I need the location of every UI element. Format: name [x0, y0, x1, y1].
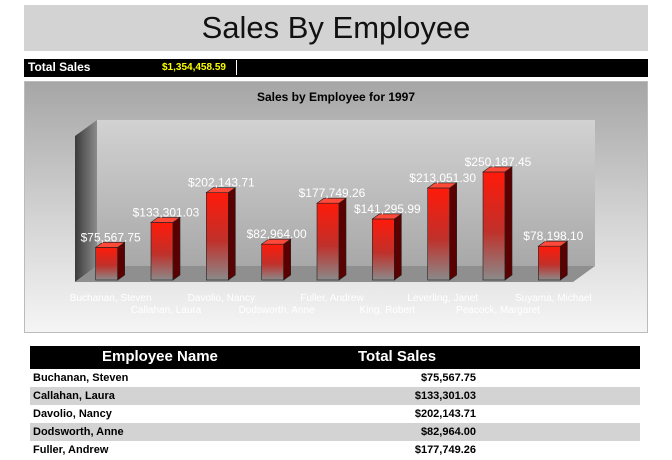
bar-front: [150, 222, 174, 281]
bar-side: [172, 216, 181, 281]
bar-front: [206, 192, 229, 281]
bar-side: [338, 197, 347, 281]
bar-value-label: $250,187.45: [465, 155, 532, 169]
total-sales-cell: $82,964.00: [420, 426, 476, 438]
total-sales-cell: $202,143.71: [414, 408, 476, 420]
total-sales-divider: [236, 60, 237, 75]
bar-side: [394, 213, 402, 281]
table-row: Dodsworth, Anne $82,964.00: [30, 423, 640, 441]
employee-name-cell: Buchanan, Steven: [33, 372, 129, 384]
bar-front: [372, 218, 395, 281]
bar-front: [427, 187, 450, 281]
total-sales-cell: $75,567.75: [420, 372, 476, 384]
category-label: King, Robert: [360, 305, 416, 316]
sales-bar-chart: $75,567.75 $133,301.03 $202,143.71 $82,964.…: [70, 120, 595, 316]
bar-front: [261, 243, 284, 281]
bar-side: [504, 166, 513, 281]
report-title-bar: Sales By Employee: [24, 5, 648, 51]
bar-value-label: $177,749.26: [299, 186, 366, 200]
chart-side-wall: [75, 120, 97, 282]
report-title: Sales By Employee: [201, 10, 471, 45]
table-header: Employee Name Total Sales: [30, 346, 640, 369]
bar-front: [316, 202, 340, 281]
category-label: Leverling, Janet: [407, 293, 478, 304]
total-sales-cell: $133,301.03: [414, 390, 476, 402]
category-label: Fuller, Andrew: [300, 293, 364, 304]
bar-side: [449, 182, 457, 281]
bar-front: [538, 245, 561, 281]
total-sales-bar: Total Sales $1,354,458.59: [24, 59, 648, 77]
employee-name-cell: Davolio, Nancy: [33, 408, 112, 420]
table-row: Davolio, Nancy $202,143.71: [30, 405, 640, 423]
sales-table: Buchanan, Steven $75,567.75 Callahan, La…: [30, 369, 640, 459]
bar-front: [95, 247, 118, 281]
bar-value-label: $133,301.03: [133, 205, 200, 219]
category-label: Buchanan, Steven: [70, 293, 152, 304]
category-label: Peacock, Margaret: [456, 305, 540, 316]
category-label: Davolio, Nancy: [188, 293, 255, 304]
bar-value-label: $141,295.99: [354, 202, 421, 216]
category-label: Dodsworth, Anne: [239, 305, 316, 316]
chart-category-labels: Buchanan, StevenCallahan, LauraDavolio, …: [70, 293, 592, 316]
total-sales-cell: $177,749.26: [414, 444, 476, 456]
employee-name-cell: Callahan, Laura: [33, 390, 115, 402]
header-total-sales: Total Sales: [358, 348, 437, 365]
bar-value-label: $202,143.71: [188, 176, 255, 190]
table-row: Buchanan, Steven $75,567.75: [30, 369, 640, 387]
bar-side: [228, 187, 236, 281]
chart-panel: Sales by Employee for 1997 $75,567.75 $13…: [24, 81, 648, 333]
bar-side: [117, 241, 125, 281]
bar-side: [560, 240, 568, 281]
category-label: Suyama, Michael: [515, 293, 592, 304]
bar-value-label: $78,198.10: [523, 229, 583, 243]
bar-value-label: $82,964.00: [247, 227, 307, 241]
bar-value-label: $75,567.75: [81, 230, 141, 244]
category-label: Callahan, Laura: [131, 305, 202, 316]
total-sales-label: Total Sales: [28, 60, 91, 74]
bar-side: [283, 238, 291, 281]
employee-name-cell: Dodsworth, Anne: [33, 426, 124, 438]
employee-name-cell: Fuller, Andrew: [33, 444, 109, 456]
bar-value-label: $213,051.30: [409, 171, 476, 185]
header-employee-name: Employee Name: [102, 348, 218, 365]
table-row: Callahan, Laura $133,301.03: [30, 387, 640, 405]
table-row: Fuller, Andrew $177,749.26: [30, 441, 640, 459]
total-sales-value: $1,354,458.59: [162, 62, 226, 73]
bar-front: [482, 171, 506, 281]
